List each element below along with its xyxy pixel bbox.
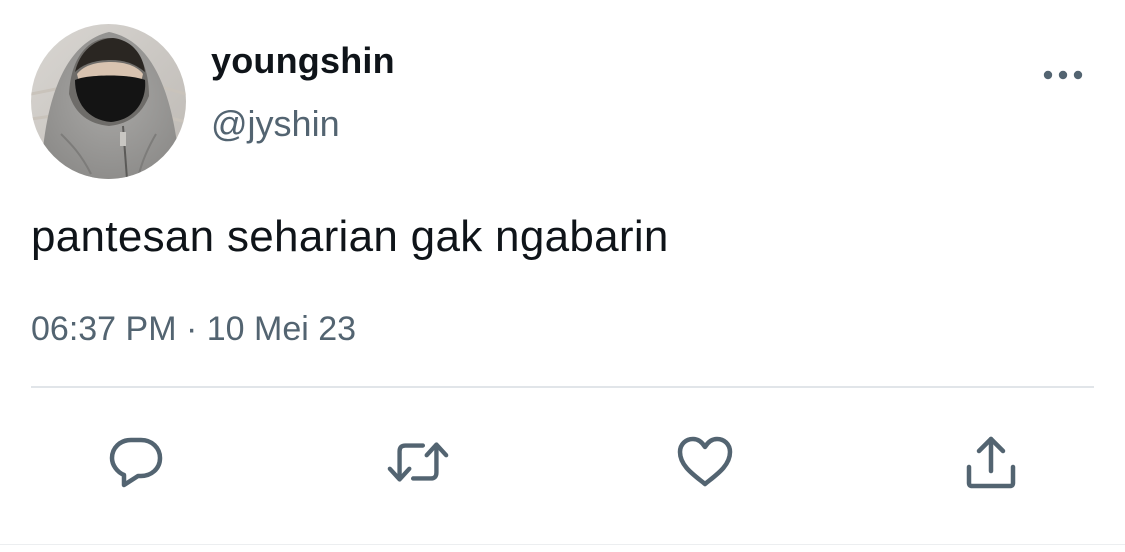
avatar[interactable] <box>31 24 186 179</box>
retweet-icon <box>387 442 449 482</box>
bottom-divider <box>0 544 1125 545</box>
tweet-time[interactable]: 06:37 PM <box>31 310 177 348</box>
like-button[interactable] <box>673 430 737 494</box>
share-icon <box>966 436 1016 489</box>
retweet-button[interactable] <box>386 430 450 494</box>
share-button[interactable] <box>959 430 1023 494</box>
more-options-button[interactable] <box>1036 60 1090 90</box>
tweet-text: pantesan seharian gak ngabarin <box>31 212 669 261</box>
tweet-date[interactable]: 10 Mei 23 <box>207 310 356 348</box>
reply-icon <box>109 437 163 488</box>
author-handle[interactable]: @jyshin <box>211 103 340 145</box>
tweet-meta: 06:37 PM · 10 Mei 23 <box>31 310 356 349</box>
meta-separator: · <box>176 310 207 348</box>
more-icon <box>1043 70 1083 80</box>
divider <box>31 386 1094 388</box>
heart-icon <box>677 436 733 487</box>
reply-button[interactable] <box>104 430 168 494</box>
tweet-card: youngshin @jyshin pantesan seharian gak … <box>0 0 1125 552</box>
avatar-image <box>31 24 186 179</box>
author-display-name[interactable]: youngshin <box>211 40 395 82</box>
